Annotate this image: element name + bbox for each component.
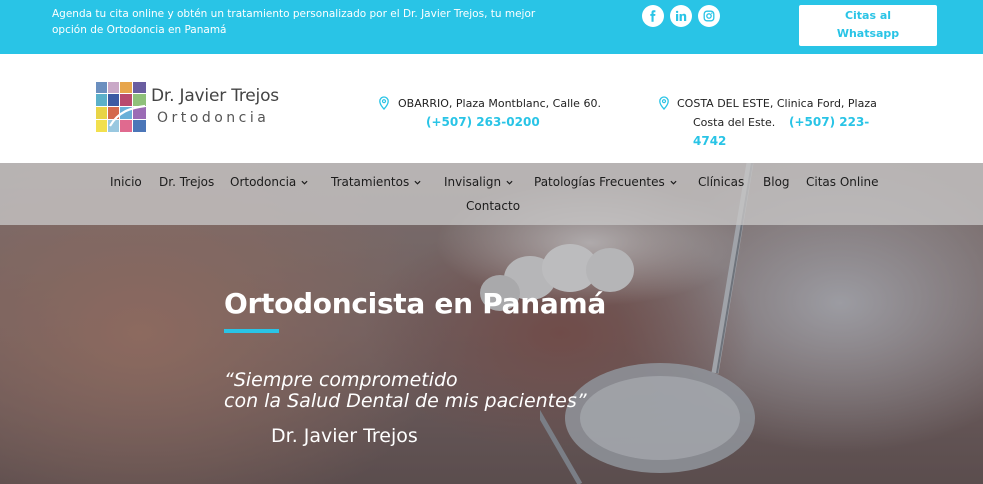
site-logo[interactable]: Dr. Javier Trejos Ortodoncia [96, 82, 296, 134]
hero-title-underline [224, 329, 279, 333]
nav-item-label: Contacto [466, 199, 521, 213]
nav-item-dr-trejos[interactable]: Dr. Trejos [159, 175, 214, 189]
nav-item-label: Blog [763, 175, 790, 189]
map-pin-icon [379, 96, 389, 110]
topbar-line-1: Agenda tu cita online y obtén un tratami… [52, 8, 536, 20]
whatsapp-button-line-1: Citas al [844, 9, 892, 22]
nav-item-label: Patologías Frecuentes [534, 175, 665, 189]
chevron-down-icon [301, 180, 308, 185]
whatsapp-button-line-2: Whatsapp [836, 27, 900, 40]
location-address-line-1: COSTA DEL ESTE, Clinica Ford, Plaza [677, 97, 877, 110]
nav-item-label: Inicio [110, 175, 142, 189]
location-address-line-2: Costa del Este. [693, 116, 776, 129]
nav-item-label: Clínicas [698, 175, 745, 189]
top-bar: Agenda tu cita online y obtén un tratami… [0, 0, 983, 54]
chevron-down-icon [414, 180, 421, 185]
site-header: Dr. Javier Trejos Ortodoncia OBARRIO, Pl… [0, 54, 983, 163]
nav-item-label: Tratamientos [331, 175, 410, 189]
map-pin-icon [659, 96, 669, 110]
nav-item-tratamientos[interactable]: Tratamientos [331, 175, 421, 189]
topbar-announcement: Agenda tu cita online y obtén un tratami… [52, 6, 592, 38]
chevron-down-icon [506, 180, 513, 185]
location-phone[interactable]: (+507) 263-0200 [426, 113, 540, 132]
chevron-down-icon [670, 180, 677, 185]
location-obarrio: OBARRIO, Plaza Montblanc, Calle 60. (+50… [378, 94, 618, 134]
nav-item-clinicas[interactable]: Clínicas [698, 175, 744, 189]
nav-item-citas-online[interactable]: Citas Online [806, 175, 879, 189]
hero-signature: Dr. Javier Trejos [271, 425, 418, 447]
logo-subtitle: Ortodoncia [157, 110, 270, 126]
logo-mark-icon [96, 82, 146, 132]
nav-item-label: Citas Online [806, 175, 879, 189]
nav-item-inicio[interactable]: Inicio [110, 175, 142, 189]
nav-item-blog[interactable]: Blog [763, 175, 790, 189]
nav-item-patologias[interactable]: Patologías Frecuentes [534, 175, 677, 189]
nav-item-ortodoncia[interactable]: Ortodoncia [230, 175, 308, 189]
nav-item-label: Invisalign [444, 175, 502, 189]
topbar-line-2: opción de Ortodoncia en Panamá [52, 24, 227, 36]
instagram-icon[interactable] [698, 5, 720, 27]
main-nav: Inicio Dr. Trejos Ortodoncia Tratamiento… [0, 163, 983, 225]
location-phone-part-1[interactable]: (+507) 223- [789, 113, 869, 132]
location-costa-del-este: COSTA DEL ESTE, Clinica Ford, Plaza Cost… [658, 94, 888, 154]
nav-item-invisalign[interactable]: Invisalign [444, 175, 513, 189]
location-phone-part-2[interactable]: 4742 [693, 132, 726, 151]
hero-title: Ortodoncista en Panamá [224, 287, 606, 320]
nav-item-label: Dr. Trejos [159, 175, 215, 189]
hero-quote-line-1: “Siempre comprometido [224, 369, 458, 391]
hero-quote-line-2: con la Salud Dental de mis pacientes” [224, 390, 587, 412]
location-address: OBARRIO, Plaza Montblanc, Calle 60. [398, 97, 601, 110]
nav-item-contacto[interactable]: Contacto [466, 199, 520, 213]
nav-item-label: Ortodoncia [230, 175, 297, 189]
linkedin-icon[interactable] [670, 5, 692, 27]
facebook-icon[interactable] [642, 5, 664, 27]
whatsapp-appointment-button[interactable]: Citas al Whatsapp [799, 5, 937, 46]
logo-name: Dr. Javier Trejos [151, 86, 279, 106]
